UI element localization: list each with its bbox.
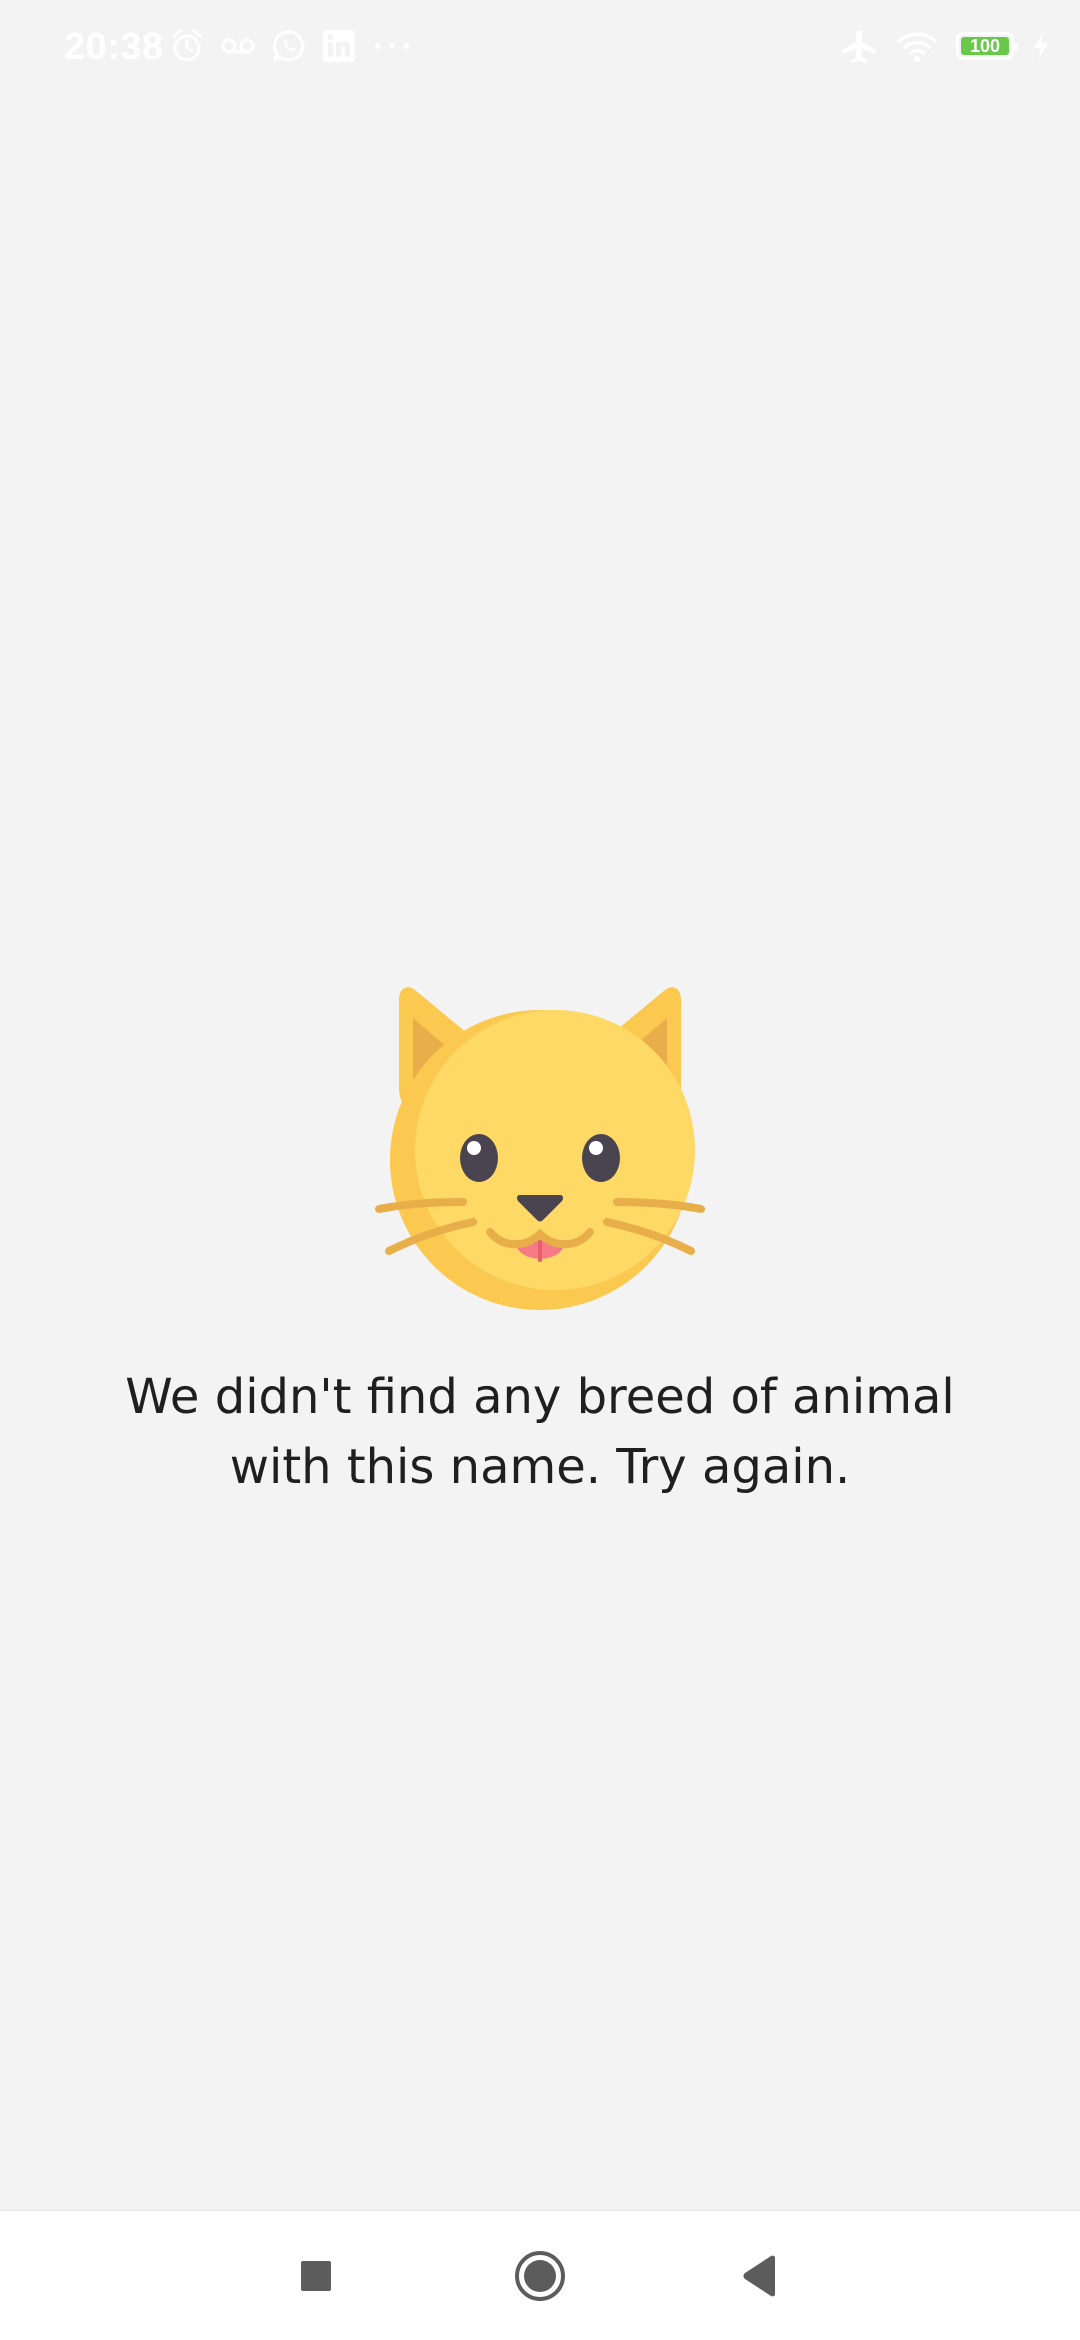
status-bar: 20:38 100 xyxy=(0,0,1080,100)
empty-state: We didn't find any breed of animal with … xyxy=(0,970,1080,1502)
status-time: 20:38 xyxy=(64,26,164,68)
battery-icon: 100 xyxy=(956,32,1018,60)
linkedin-icon xyxy=(323,30,355,62)
app-screen: 20:38 100 We didn't find any breed of an… xyxy=(0,0,1080,2340)
voicemail-icon xyxy=(221,38,255,54)
battery-level: 100 xyxy=(969,36,1001,56)
triangle-back-icon xyxy=(743,2255,775,2297)
charging-bolt-icon xyxy=(1034,32,1048,60)
home-button[interactable] xyxy=(510,2246,570,2306)
back-button[interactable] xyxy=(730,2246,790,2306)
square-icon xyxy=(301,2261,331,2291)
wifi-icon xyxy=(897,32,937,62)
whatsapp-icon xyxy=(273,30,305,62)
status-notification-icons xyxy=(170,28,412,64)
empty-state-message: We didn't find any breed of animal with … xyxy=(125,1369,955,1495)
status-system-icons: 100 xyxy=(840,28,1050,64)
battery-cap xyxy=(1014,43,1018,51)
airplane-mode-icon xyxy=(842,30,876,63)
recent-apps-button[interactable] xyxy=(286,2246,346,2306)
alarm-icon xyxy=(172,29,202,62)
more-dots-icon xyxy=(375,43,409,49)
circle-icon xyxy=(515,2251,565,2301)
navigation-bar xyxy=(0,2210,1080,2340)
cat-face-icon xyxy=(375,987,705,1310)
